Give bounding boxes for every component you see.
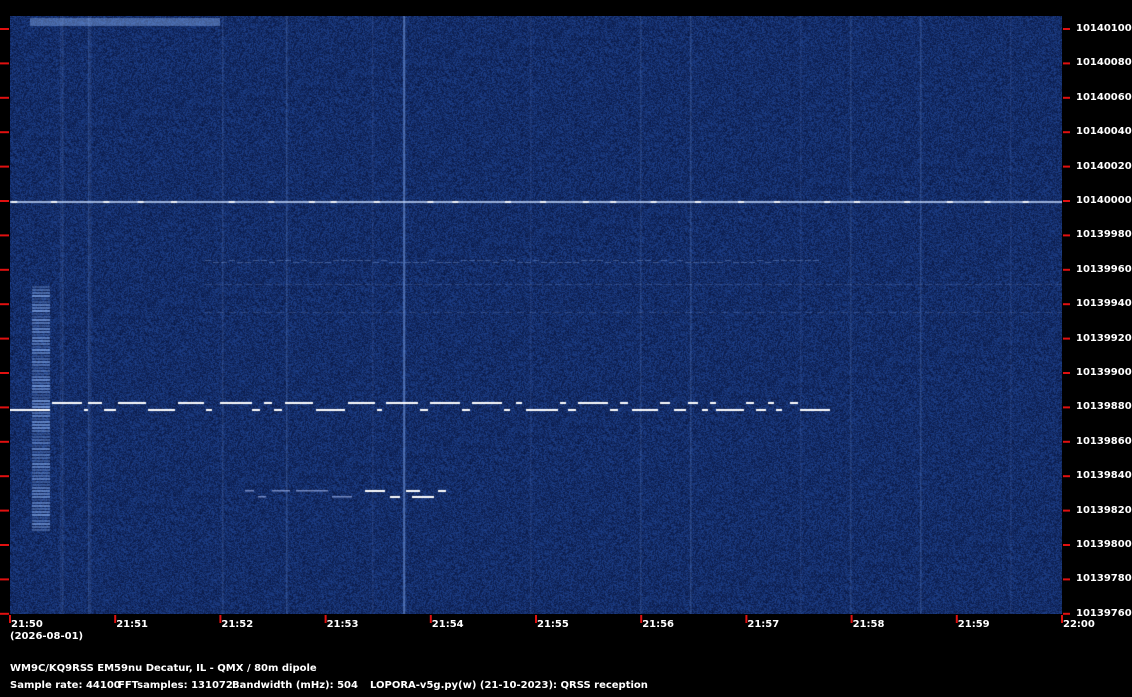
y-tick-label: 10140080	[1076, 57, 1132, 69]
fft-samples: FFTsamples: 131072	[118, 680, 233, 691]
x-tick-label: 21:54	[431, 619, 464, 630]
y-tick-label: 10140000	[1076, 195, 1132, 206]
date-label: (2026-08-01)	[10, 631, 84, 642]
sample-rate: Sample rate: 44100	[10, 680, 121, 691]
x-tick-label: 21:55	[537, 619, 569, 630]
y-tick-label: 10139860	[1076, 435, 1132, 447]
x-tick-label: 22:00	[1063, 619, 1095, 630]
y-tick-label: 10139940	[1076, 298, 1132, 310]
y-tick-label: 10140100	[1076, 23, 1132, 34]
x-tick-label: 21:51	[116, 619, 149, 630]
y-tick-label: 10139780	[1076, 573, 1132, 585]
station-info: WM9C/KQ9RSS EM59nu Decatur, IL - QMX / 8…	[10, 663, 317, 674]
bandwidth: Bandwidth (mHz): 504	[232, 680, 358, 691]
x-tick-label: 21:50	[11, 619, 43, 630]
x-tick-label: 21:53	[326, 619, 359, 630]
y-tick-label: 10139760	[1076, 607, 1132, 619]
y-tick-label: 10139960	[1076, 263, 1132, 275]
y-tick-label: 10139820	[1076, 504, 1132, 516]
y-tick-label: 10139880	[1076, 401, 1132, 413]
spectrogram-waterfall	[10, 16, 1062, 614]
x-tick-label: 21:57	[747, 619, 780, 630]
y-tick-label: 10139800	[1076, 539, 1132, 550]
y-tick-label: 10140020	[1076, 160, 1132, 172]
y-tick-label: 10139980	[1076, 229, 1132, 241]
y-tick-label: 10139840	[1076, 470, 1132, 482]
x-tick-label: 21:58	[852, 619, 885, 630]
x-tick-label: 21:56	[642, 619, 675, 630]
y-tick-label: 10139920	[1076, 332, 1132, 344]
software-info: LOPORA-v5g.py(w) (21-10-2023): QRSS rece…	[370, 680, 648, 691]
x-tick-label: 21:52	[221, 619, 254, 630]
y-tick-label: 10139900	[1076, 367, 1132, 378]
y-tick-label: 10140040	[1076, 126, 1132, 138]
x-tick-label: 21:59	[957, 619, 990, 630]
y-tick-label: 10140060	[1076, 91, 1132, 103]
